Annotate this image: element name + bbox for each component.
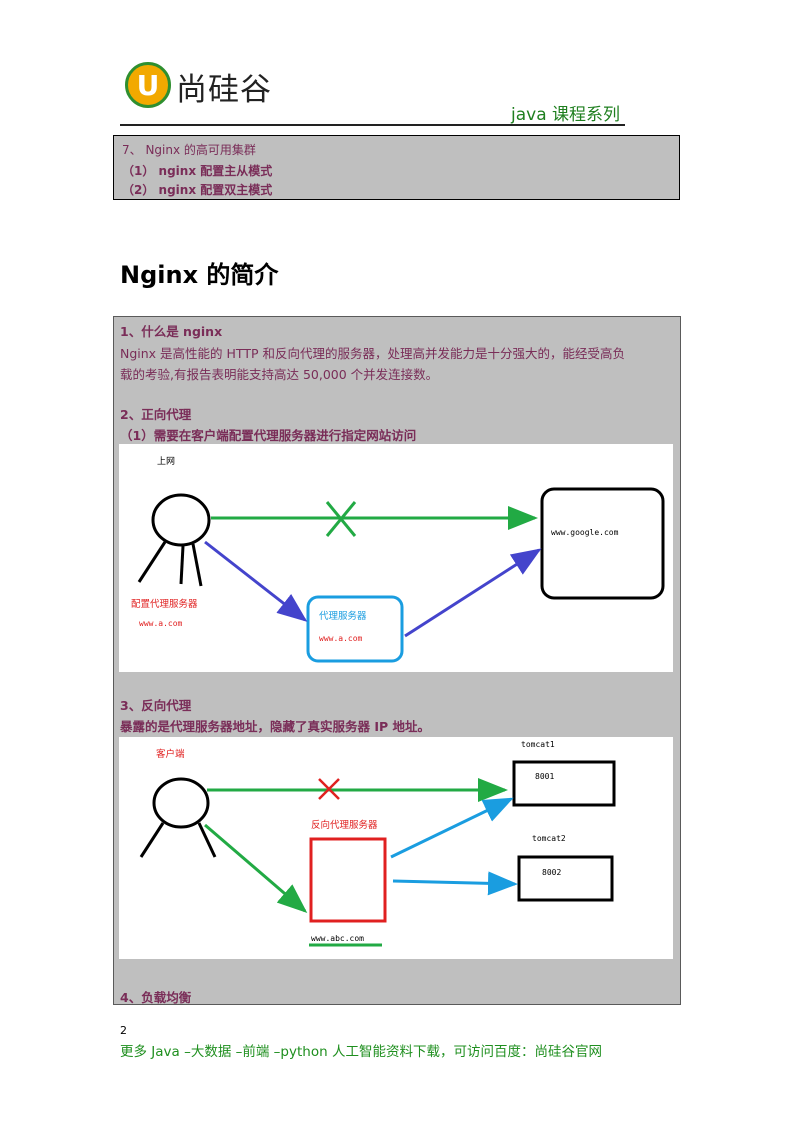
- logo-text: 尚硅谷: [176, 72, 272, 108]
- reverse-proxy-svg: [139, 760, 616, 947]
- reverse-proxy-box: [309, 837, 387, 923]
- label-port2: 8002: [542, 868, 562, 877]
- label-reverse-proxy: 反向代理服务器: [311, 820, 378, 831]
- toc-line: 7、 Nginx 的高可用集群: [122, 143, 256, 157]
- client-leg: [191, 543, 203, 587]
- label-port1: 8001: [535, 772, 555, 781]
- proxy-to-tomcat2-arrow: [392, 871, 518, 896]
- forward-proxy-svg: [137, 487, 665, 663]
- label-client-config: 配置代理服务器: [131, 599, 198, 610]
- label-tomcat2: tomcat2: [532, 834, 566, 843]
- tomcat1-box: [512, 760, 616, 807]
- section3-heading: 3、反向代理: [120, 698, 192, 713]
- client-leg: [179, 545, 185, 585]
- proxy-to-tomcat1-arrow: [390, 797, 514, 859]
- label-proxy-url: www.a.com: [319, 634, 363, 643]
- forward-proxy-diagram: 上网 配置代理服务器 www.a.com 代理服务器 www.a.com www…: [119, 444, 673, 672]
- toc-line: （1） nginx 配置主从模式: [122, 164, 273, 178]
- tomcat2-box: [517, 855, 614, 902]
- series-title: java 课程系列: [511, 105, 621, 125]
- label-client-url: www.a.com: [139, 619, 183, 628]
- section3-subheading: 暴露的是代理服务器地址，隐藏了真实服务器 IP 地址。: [120, 719, 431, 734]
- proxy-to-target-arrow: [404, 548, 542, 638]
- section1-para-line1: Nginx 是高性能的 HTTP 和反向代理的服务器，处理高并发能力是十分强大的…: [120, 346, 625, 361]
- page-number: 2: [120, 1024, 127, 1037]
- client-head: [152, 777, 210, 829]
- client-to-proxy-arrow: [204, 823, 308, 913]
- proxy-server-box: [306, 595, 404, 663]
- label-tomcat1: tomcat1: [521, 740, 555, 749]
- label-proxy: 代理服务器: [319, 611, 367, 622]
- header-divider: [120, 124, 625, 126]
- section1-heading: 1、什么是 nginx: [120, 324, 223, 339]
- section2-heading: 2、正向代理: [120, 407, 192, 422]
- label-proxy-url: www.abc.com: [311, 934, 364, 943]
- client-to-proxy-arrow: [204, 540, 308, 622]
- section2-subheading: （1）需要在客户端配置代理服务器进行指定网站访问: [120, 428, 417, 443]
- label-target: www.google.com: [551, 528, 619, 537]
- client-head: [151, 493, 211, 547]
- label-client: 客户端: [156, 749, 185, 760]
- label-internet: 上网: [157, 457, 176, 467]
- footer-text: 更多 Java –大数据 –前端 –python 人工智能资料下载，可访问百度：…: [120, 1044, 602, 1060]
- client-leg: [137, 541, 167, 583]
- toc-line: （2） nginx 配置双主模式: [122, 183, 273, 197]
- client-leg: [139, 822, 165, 858]
- logo-icon: U: [125, 62, 171, 108]
- toc-box: 7、 Nginx 的高可用集群 （1） nginx 配置主从模式 （2） ngi…: [113, 135, 680, 200]
- section1-para-line2: 载的考验,有报告表明能支持高达 50,000 个并发连接数。: [120, 367, 439, 382]
- section4-heading: 4、负载均衡: [120, 990, 192, 1005]
- page-title: Nginx 的简介: [120, 261, 279, 289]
- target-server-box: [540, 487, 665, 600]
- reverse-proxy-diagram: 客户端 反向代理服务器 www.abc.com tomcat1 8001 tom…: [119, 737, 673, 959]
